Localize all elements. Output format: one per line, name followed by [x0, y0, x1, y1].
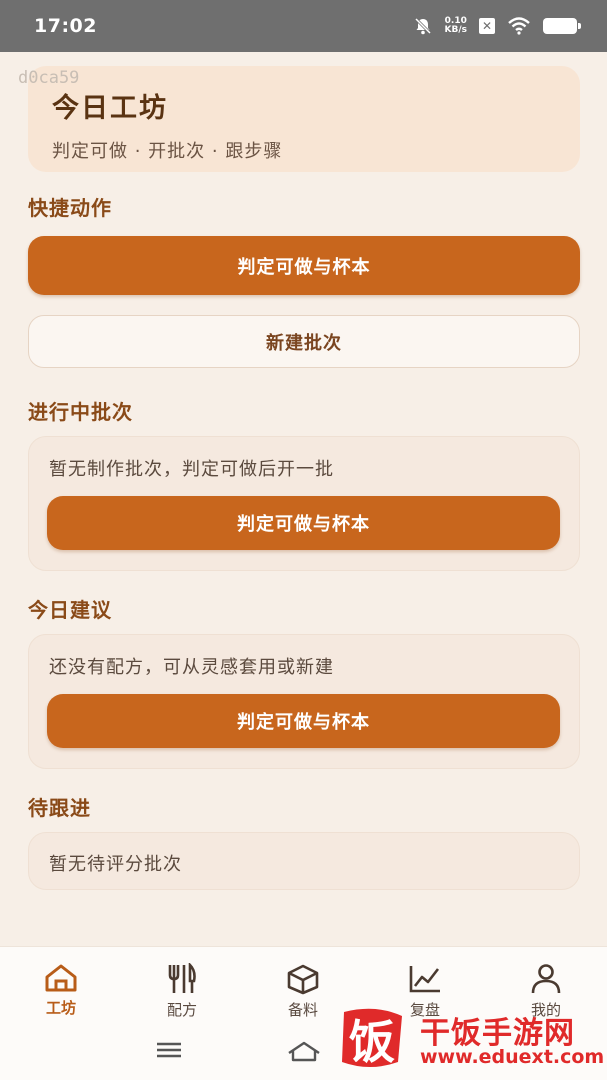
- home-icon: [45, 964, 77, 992]
- section-title-suggestions: 今日建议: [28, 598, 112, 622]
- brand-watermark-url: www.eduext.com: [420, 1046, 605, 1068]
- section-title-quick-actions: 快捷动作: [28, 196, 112, 220]
- box-icon: [287, 964, 319, 995]
- in-progress-empty-text: 暂无制作批次，判定可做后开一批: [49, 459, 334, 480]
- bell-muted-icon: [414, 17, 431, 35]
- section-title-in-progress: 进行中批次: [28, 400, 133, 424]
- page-subtitle: 判定可做 · 开批次 · 跟步骤: [52, 141, 283, 162]
- status-icons: 0.10 KB/s ✕: [413, 16, 581, 36]
- user-icon: [531, 964, 561, 994]
- hero-card: 今日工坊 判定可做 · 开批次 · 跟步骤: [28, 66, 580, 172]
- new-batch-button[interactable]: 新建批次: [28, 315, 580, 368]
- tab-label: 工坊: [45, 999, 76, 1017]
- page-title: 今日工坊: [52, 93, 168, 124]
- tab-workshop[interactable]: 工坊: [21, 963, 101, 1018]
- tab-prep[interactable]: 备料: [263, 963, 343, 1020]
- chart-icon: [409, 966, 440, 993]
- followup-card: 暂无待评分批次: [28, 832, 580, 890]
- fork-knife-icon: [168, 963, 196, 993]
- net-speed: 0.10 KB/s: [445, 17, 467, 35]
- judge-cupbase-button[interactable]: 判定可做与杯本: [28, 236, 580, 295]
- status-time: 17:02: [34, 15, 97, 37]
- suggestions-empty-text: 还没有配方，可从灵感套用或新建: [49, 657, 334, 678]
- menu-icon[interactable]: [156, 1040, 182, 1060]
- brand-logo-char: 饭: [349, 1015, 395, 1069]
- followup-empty-text: 暂无待评分批次: [49, 854, 182, 875]
- status-bar: 17:02 0.10 KB/s ✕: [0, 0, 607, 52]
- notification-x-icon: ✕: [479, 18, 495, 34]
- section-title-followup: 待跟进: [28, 796, 91, 820]
- tab-label: 配方: [166, 1001, 197, 1019]
- tab-label: 备料: [287, 1001, 318, 1019]
- net-speed-unit: KB/s: [444, 25, 467, 35]
- tab-recipes[interactable]: 配方: [142, 963, 222, 1020]
- id-watermark: d0ca59: [18, 68, 80, 88]
- in-progress-judge-button[interactable]: 判定可做与杯本: [47, 496, 560, 550]
- home-nav-icon[interactable]: [287, 1040, 321, 1062]
- battery-icon: [543, 18, 581, 34]
- wifi-icon: [508, 17, 530, 35]
- suggestions-judge-button[interactable]: 判定可做与杯本: [47, 694, 560, 748]
